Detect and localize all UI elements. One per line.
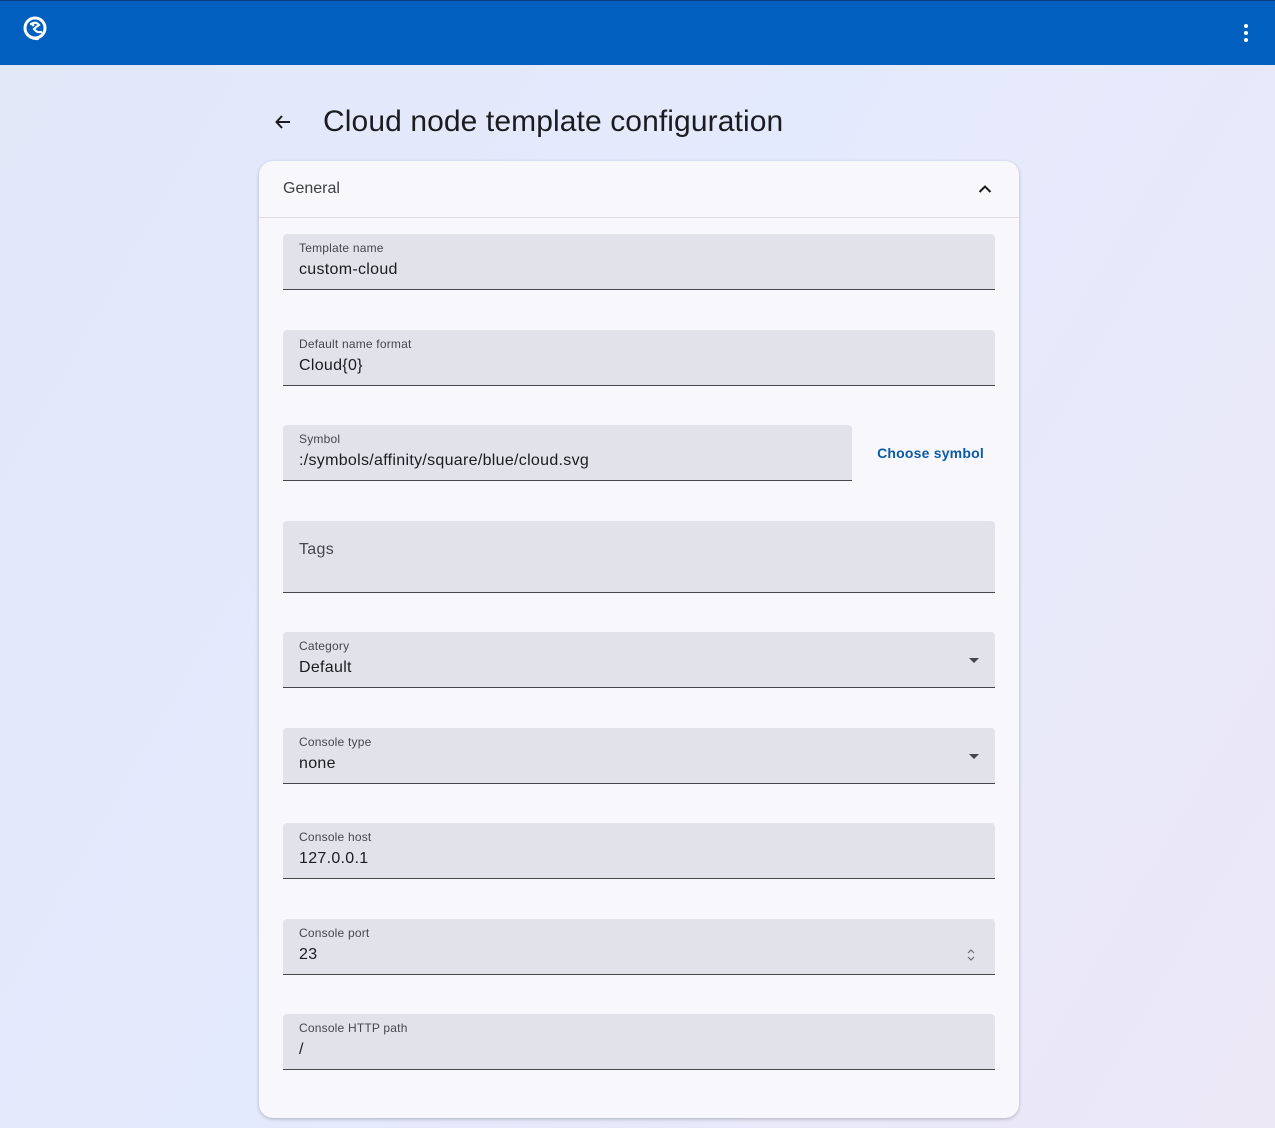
dropdown-arrow-icon[interactable]	[969, 658, 979, 663]
general-section-header[interactable]: General	[259, 161, 1019, 218]
choose-symbol-button[interactable]: Choose symbol	[868, 441, 993, 465]
console-host-field[interactable]: Console host 127.0.0.1	[283, 823, 995, 879]
console-http-path-input[interactable]: /	[299, 1041, 304, 1059]
field-label: Category	[299, 639, 350, 653]
symbol-field[interactable]: Symbol :/symbols/affinity/square/blue/cl…	[283, 425, 852, 481]
console-port-field[interactable]: Console port 23	[283, 919, 995, 975]
console-port-input[interactable]: 23	[299, 946, 317, 964]
field-label: Default name format	[299, 337, 412, 351]
page-title: Cloud node template configuration	[323, 105, 784, 138]
symbol-input[interactable]: :/symbols/affinity/square/blue/cloud.svg	[299, 452, 589, 470]
arrow-back-icon[interactable]	[263, 102, 303, 142]
field-label: Console HTTP path	[299, 1021, 408, 1035]
app-toolbar	[0, 0, 1275, 65]
field-label: Console host	[299, 830, 372, 844]
field-label: Symbol	[299, 432, 341, 446]
field-label: Console type	[299, 735, 372, 749]
default-name-format-input[interactable]: Cloud{0}	[299, 357, 363, 375]
console-http-path-field[interactable]: Console HTTP path /	[283, 1014, 995, 1070]
page-header: Cloud node template configuration	[263, 100, 963, 144]
default-name-format-field[interactable]: Default name format Cloud{0}	[283, 330, 995, 386]
console-type-select[interactable]: Console type none	[283, 728, 995, 784]
console-type-selected-value[interactable]: none	[299, 755, 336, 773]
category-select[interactable]: Category Default	[283, 632, 995, 688]
chevron-up-icon[interactable]	[975, 179, 995, 199]
field-label: Template name	[299, 241, 384, 255]
field-label: Console port	[299, 926, 370, 940]
template-name-input[interactable]: custom-cloud	[299, 261, 398, 279]
tags-field[interactable]: Tags	[283, 521, 995, 593]
category-selected-value[interactable]: Default	[299, 659, 352, 677]
console-host-input[interactable]: 127.0.0.1	[299, 850, 368, 868]
tags-input-label[interactable]: Tags	[299, 541, 334, 559]
template-name-field[interactable]: Template name custom-cloud	[283, 234, 995, 290]
gns3-chameleon-logo-icon[interactable]	[22, 15, 48, 43]
section-title: General	[283, 180, 340, 197]
template-config-card: General Template name custom-cloud Defau…	[259, 161, 1019, 1118]
more-vert-icon[interactable]	[1231, 17, 1261, 49]
dropdown-arrow-icon[interactable]	[969, 754, 979, 759]
number-spinner-icon[interactable]	[965, 946, 977, 964]
